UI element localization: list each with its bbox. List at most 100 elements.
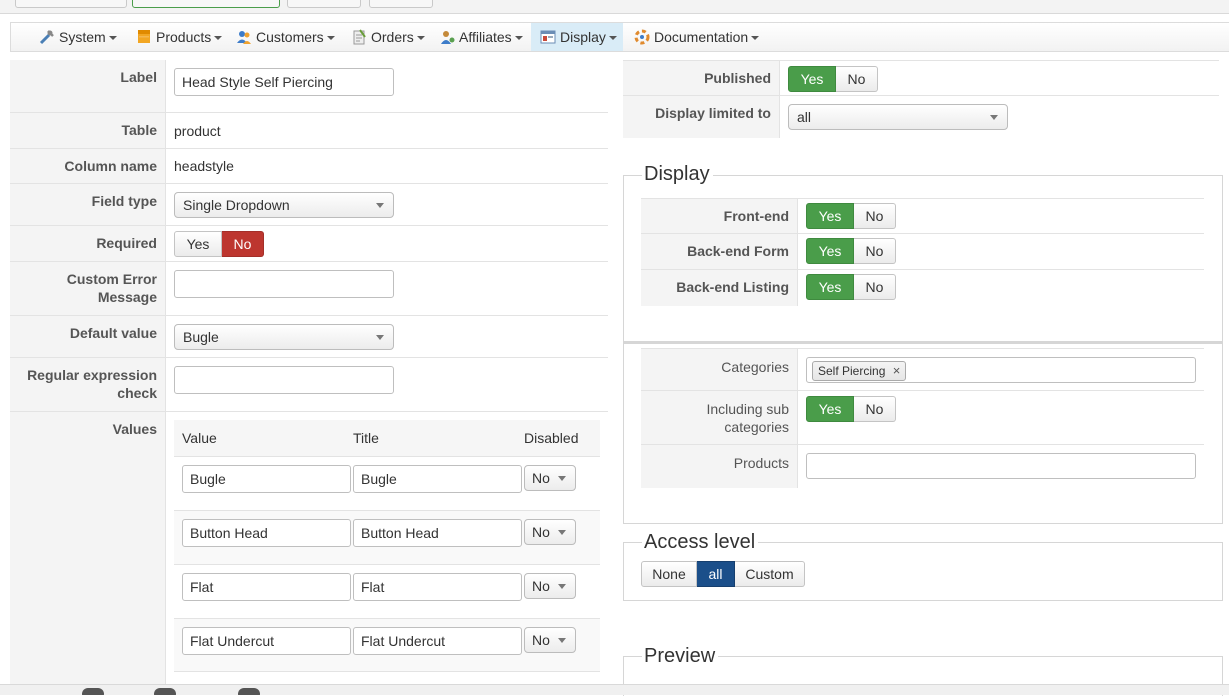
field-label: Products [641,445,798,488]
disabled-select[interactable]: No [524,573,576,599]
table-value: product [174,123,221,139]
values-row: Bugle Bugle No [174,456,600,510]
affiliates-icon [439,26,455,44]
field-label: Categories [641,349,798,390]
form-row-table: Table product [10,113,608,149]
menu-customers[interactable]: Customers [236,23,335,51]
backend-form-no-button[interactable]: No [854,238,896,264]
toolbar-button[interactable] [287,0,361,8]
form-row-regex: Regular expression check [10,358,608,412]
menu-documentation[interactable]: Documentation [634,23,760,51]
disabled-select[interactable]: No [524,519,576,545]
form-row-custom-error: Custom Error Message [10,262,608,316]
form-row-frontend: Front-end Yes No [641,198,1204,234]
chevron-down-icon [558,530,566,535]
field-label: Back-end Listing [641,270,798,306]
required-no-button[interactable]: No [222,231,264,257]
chevron-down-icon [376,203,384,208]
toolbar-button[interactable] [15,0,127,8]
values-row: Flat Undercut Flat Undercut No [174,618,600,672]
value-input[interactable]: Flat [182,573,351,601]
remove-tag-icon[interactable]: × [893,362,901,380]
regex-input[interactable] [174,366,394,394]
published-yes-button[interactable]: Yes [788,66,836,92]
display-limited-select[interactable]: all [788,104,1008,130]
select-value: Bugle [183,329,219,345]
form-row-published: Published Yes No [623,60,1219,96]
custom-error-input[interactable] [174,270,394,298]
column-name-value: headstyle [174,158,234,174]
menu-orders[interactable]: Orders [351,23,425,51]
including-sub-no-button[interactable]: No [854,396,896,422]
chevron-down-icon [558,584,566,589]
frontend-no-button[interactable]: No [854,203,896,229]
default-value-select[interactable]: Bugle [174,324,394,350]
menu-label: Documentation [654,29,749,45]
menu-products[interactable]: Products [136,23,223,51]
chevron-down-icon [990,115,998,120]
products-input[interactable] [806,453,1196,479]
field-label: Table [10,113,166,148]
form-row-required: Required Yes No [10,226,608,262]
chevron-down-icon [416,36,425,40]
select-value: Single Dropdown [183,197,290,213]
field-label: Including sub categories [641,391,798,444]
form-row-including-sub: Including sub categories Yes No [641,391,1204,445]
values-header-value: Value [182,430,217,446]
value-input[interactable]: Bugle [182,465,351,493]
required-yes-button[interactable]: Yes [174,231,222,257]
disabled-select[interactable]: No [524,465,576,491]
display-icon [540,26,556,44]
backend-listing-no-button[interactable]: No [854,274,896,300]
menu-affiliates[interactable]: Affiliates [439,23,523,51]
chevron-down-icon [558,638,566,643]
access-all-button[interactable]: all [697,561,735,587]
field-label: Field type [10,184,166,225]
top-toolbar-strip [0,0,1229,14]
customers-icon [236,26,252,44]
chevron-down-icon [108,36,117,40]
menu-display[interactable]: Display [531,23,623,51]
tools-icon [39,26,55,45]
toolbar-button[interactable] [132,0,280,8]
published-no-button[interactable]: No [836,66,878,92]
access-custom-button[interactable]: Custom [735,561,805,587]
form-row-column-name: Column name headstyle [10,149,608,184]
label-input[interactable]: Head Style Self Piercing [174,68,394,96]
display-legend: Display [642,162,713,186]
field-type-select[interactable]: Single Dropdown [174,192,394,218]
main-menu-bar: System Products Customers Orders Affilia… [10,22,1229,52]
including-sub-yes-button[interactable]: Yes [806,396,854,422]
field-label: Column name [10,149,166,183]
chevron-down-icon [608,36,617,40]
form-row-backend-form: Back-end Form Yes No [641,234,1204,270]
products-icon [136,26,152,43]
access-none-button[interactable]: None [641,561,697,587]
title-input[interactable]: Button Head [353,519,522,547]
field-label: Default value [10,316,166,357]
status-bar [0,684,1229,695]
form-row-default-value: Default value Bugle [10,316,608,358]
chevron-down-icon [326,36,335,40]
form-row-label: Label Head Style Self Piercing [10,60,608,113]
toolbar-button[interactable] [369,0,433,8]
field-label: Required [10,226,166,261]
backend-listing-yes-button[interactable]: Yes [806,274,854,300]
form-row-display-limited: Display limited to all [623,96,1219,138]
menu-label: Display [560,29,606,45]
field-label: Front-end [641,199,798,233]
title-input[interactable]: Flat Undercut [353,627,522,655]
title-input[interactable]: Flat [353,573,522,601]
menu-system[interactable]: System [39,23,117,51]
value-input[interactable]: Button Head [182,519,351,547]
title-input[interactable]: Bugle [353,465,522,493]
menu-label: Affiliates [459,29,512,45]
chevron-down-icon [558,476,566,481]
frontend-yes-button[interactable]: Yes [806,203,854,229]
disabled-select[interactable]: No [524,627,576,653]
backend-form-yes-button[interactable]: Yes [806,238,854,264]
field-label: Regular expression check [10,358,166,411]
chevron-down-icon [376,335,384,340]
value-input[interactable]: Flat Undercut [182,627,351,655]
values-header-title: Title [353,430,379,446]
